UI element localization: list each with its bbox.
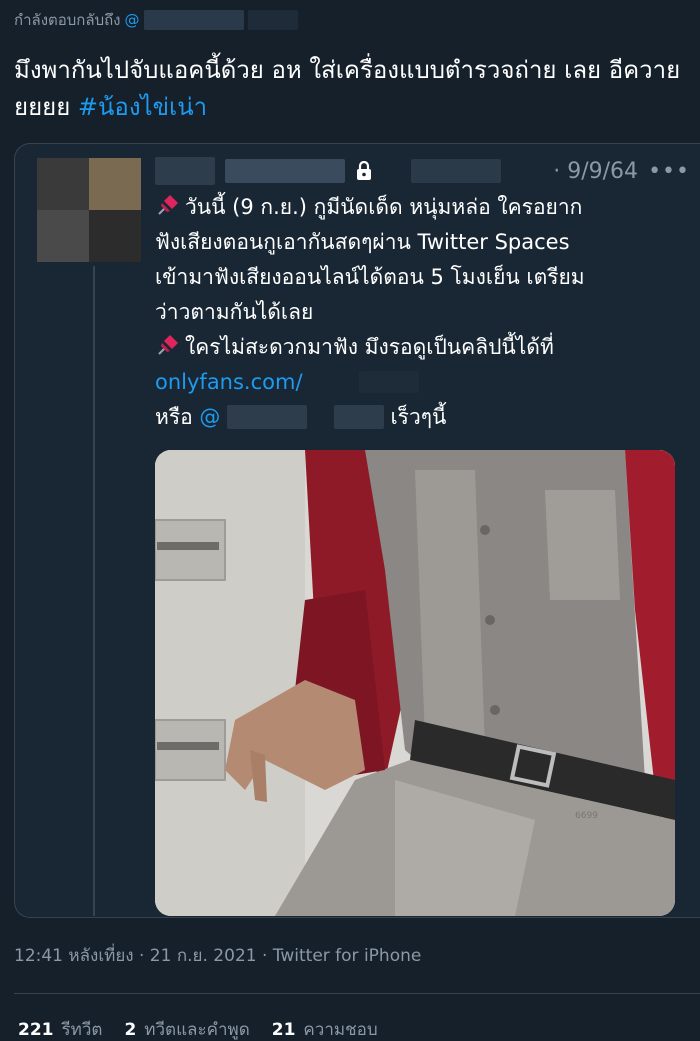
quote-line: เข้ามาฟังเสียงออนไลน์ได้ตอน 5 โมงเย็น เต… xyxy=(155,265,585,289)
quote-tweets-stat[interactable]: 2 ทวีตและคำพูด xyxy=(124,1016,249,1041)
retweets-stat[interactable]: 221 รีทวีต xyxy=(18,1016,102,1041)
quoted-tweet-header: · 9/9/64 ••• xyxy=(155,156,690,186)
replying-to-label: กำลังตอบกลับถึง xyxy=(14,11,121,29)
quote-line: ว่าวตามกันได้เลย xyxy=(155,300,314,324)
tweet-detail-page: กำลังตอบกลับถึง @ มึงพากันไปจับแอคนี้ด้ว… xyxy=(0,0,700,1041)
quote-line: วันนี้ (9 ก.ย.) กูมีนัดเด็ด หนุ่มหล่อ ใค… xyxy=(155,190,675,225)
attached-photo[interactable]: 6699 xyxy=(155,450,675,916)
hashtag-link[interactable]: #น้องไข่เน่า xyxy=(78,93,207,121)
redacted-mention xyxy=(227,405,308,429)
more-options-icon[interactable]: ••• xyxy=(648,159,690,184)
quote-line: ใครไม่สะดวกมาฟัง มึงรอดูเป็นคลิปนี้ได้ที… xyxy=(155,330,675,365)
avatar[interactable] xyxy=(37,158,141,262)
replying-to-line: กำลังตอบกลับถึง @ xyxy=(14,8,298,32)
redacted-display-name-part xyxy=(225,159,345,183)
redacted-display-name xyxy=(155,157,215,185)
photo-watermark: 6699 xyxy=(575,811,598,821)
quoted-tweet-card[interactable]: · 9/9/64 ••• วันนี้ (9 ก.ย.) กูมีนัดเด็ด… xyxy=(14,143,700,918)
quote-link-line: onlyfans.com/ xyxy=(155,365,675,400)
divider xyxy=(14,993,700,994)
quote-or-line: หรือ @ เร็วๆนี้ xyxy=(155,405,447,429)
redacted-username xyxy=(411,159,501,183)
quoted-tweet-date[interactable]: · 9/9/64 xyxy=(553,159,638,184)
onlyfans-link[interactable]: onlyfans.com/ xyxy=(155,370,303,394)
quoted-tweet-text: วันนี้ (9 ก.ย.) กูมีนัดเด็ด หนุ่มหล่อ ใค… xyxy=(155,190,675,435)
reply-mention[interactable]: @ xyxy=(125,11,140,29)
redacted-handle-part xyxy=(247,10,298,30)
pushpin-icon xyxy=(158,195,178,215)
redacted-link-part xyxy=(359,371,420,393)
tweet-stats: 221 รีทวีต 2 ทวีตและคำพูด 21 ความชอบ xyxy=(18,1016,378,1041)
redacted-handle xyxy=(143,10,244,30)
tweet-timestamp[interactable]: 12:41 หลังเที่ยง · 21 ก.ย. 2021 · Twitte… xyxy=(14,942,421,969)
redacted-mention-part xyxy=(333,405,384,429)
likes-stat[interactable]: 21 ความชอบ xyxy=(272,1016,378,1041)
thread-line xyxy=(93,266,95,916)
lock-icon xyxy=(357,161,371,180)
or-mention-link[interactable]: @ xyxy=(199,405,220,429)
quote-line: ฟังเสียงตอนกูเอากันสดๆผ่าน Twitter Space… xyxy=(155,230,570,254)
photo-image: 6699 xyxy=(155,450,675,916)
tweet-text: มึงพากันไปจับแอคนี้ด้วย อห ใส่เครื่องแบบ… xyxy=(14,52,690,126)
pushpin-icon xyxy=(158,335,178,355)
